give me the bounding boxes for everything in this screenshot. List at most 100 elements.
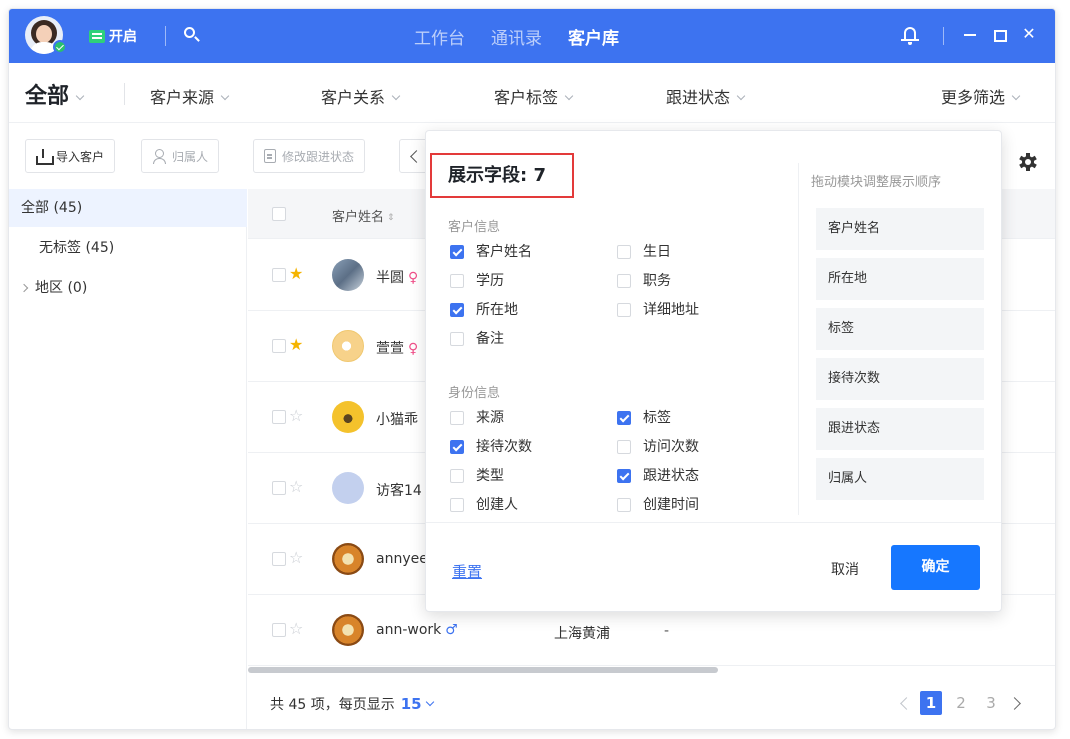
- page-size-select[interactable]: 15: [401, 695, 434, 713]
- row-checkbox[interactable]: [272, 552, 286, 566]
- option-position[interactable]: 职务: [617, 272, 671, 290]
- filter-tags[interactable]: 客户标签: [494, 84, 574, 108]
- pagination: 1 2 3: [898, 691, 1024, 715]
- gear-hole: [1025, 159, 1031, 165]
- customer-name[interactable]: 小猫乖: [376, 409, 418, 429]
- option-source[interactable]: 来源: [450, 409, 504, 427]
- close-button[interactable]: ✕: [1017, 22, 1041, 46]
- option-label: 所在地: [476, 302, 518, 318]
- customer-name[interactable]: annyee: [376, 551, 428, 567]
- option-created-time[interactable]: 创建时间: [617, 496, 699, 514]
- checkbox: [450, 332, 464, 346]
- row-checkbox[interactable]: [272, 481, 286, 495]
- customer-name-text: 萱萱: [376, 341, 404, 357]
- option-birthday[interactable]: 生日: [617, 243, 671, 261]
- customer-name-text: 小猫乖: [376, 412, 418, 428]
- customer-name[interactable]: 访客14: [376, 480, 422, 500]
- bell-icon[interactable]: [901, 25, 919, 45]
- option-visit-count[interactable]: 访问次数: [617, 438, 699, 456]
- total-text: 共 45 项，每页显示: [270, 697, 395, 713]
- filter-all-dropdown[interactable]: 全部: [25, 78, 85, 110]
- option-location[interactable]: 所在地: [450, 301, 518, 319]
- checkbox: [450, 274, 464, 288]
- filter-follow-status[interactable]: 跟进状态: [666, 84, 746, 108]
- assign-owner-button[interactable]: 归属人: [141, 139, 220, 173]
- avatar: [332, 614, 364, 646]
- avatar: [332, 330, 364, 362]
- cancel-button[interactable]: 取消: [831, 559, 859, 579]
- customer-name[interactable]: ann-work ♂: [376, 622, 458, 638]
- search-icon[interactable]: [181, 24, 203, 46]
- star-icon[interactable]: ★: [289, 264, 303, 283]
- sidebar-item-region[interactable]: 地区 (0): [9, 269, 247, 307]
- next-page-button[interactable]: [1010, 691, 1024, 715]
- maximize-button[interactable]: [987, 22, 1011, 46]
- order-item-location[interactable]: 所在地: [816, 258, 984, 300]
- option-customer-name[interactable]: 客户姓名: [450, 243, 532, 261]
- total-count: 共 45 项，每页显示 15: [270, 694, 434, 714]
- customer-name-text: annyee: [376, 551, 428, 567]
- horizontal-scrollbar[interactable]: [248, 667, 718, 673]
- column-header-name[interactable]: 客户姓名 ⇕: [332, 206, 395, 225]
- page-3[interactable]: 3: [980, 691, 1002, 715]
- order-item-owner[interactable]: 归属人: [816, 458, 984, 500]
- filter-source[interactable]: 客户来源: [150, 84, 230, 108]
- checkbox: [450, 411, 464, 425]
- row-checkbox[interactable]: [272, 623, 286, 637]
- star-outline-icon[interactable]: ☆: [289, 406, 303, 425]
- option-reception-count[interactable]: 接待次数: [450, 438, 532, 456]
- tab-workbench[interactable]: 工作台: [414, 24, 465, 49]
- option-label: 跟进状态: [643, 468, 699, 484]
- confirm-button[interactable]: 确定: [891, 545, 980, 590]
- option-address[interactable]: 详细地址: [617, 301, 699, 319]
- order-item-customer-name[interactable]: 客户姓名: [816, 208, 984, 250]
- import-customers-button[interactable]: 导入客户: [25, 139, 116, 173]
- option-label: 生日: [643, 244, 671, 260]
- customer-name[interactable]: 半圆 ♀: [376, 267, 418, 287]
- popup-title: 展示字段: 7: [430, 153, 574, 198]
- order-item-follow-status[interactable]: 跟进状态: [816, 408, 984, 450]
- status-toggle[interactable]: 开启: [89, 26, 137, 46]
- filter-more[interactable]: 更多筛选: [941, 84, 1021, 108]
- star-outline-icon[interactable]: ☆: [289, 548, 303, 567]
- option-type[interactable]: 类型: [450, 467, 504, 485]
- star-outline-icon[interactable]: ☆: [289, 619, 303, 638]
- checkbox: [617, 245, 631, 259]
- select-all-checkbox[interactable]: [272, 207, 286, 221]
- sidebar-item-all[interactable]: 全部 (45): [9, 189, 247, 227]
- minimize-button[interactable]: [958, 22, 982, 46]
- tab-contacts[interactable]: 通讯录: [491, 24, 542, 49]
- option-creator[interactable]: 创建人: [450, 496, 518, 514]
- tab-customer-library[interactable]: 客户库: [568, 24, 619, 49]
- filter-follow-status-label: 跟进状态: [666, 88, 731, 107]
- option-label: 来源: [476, 410, 504, 426]
- star-icon[interactable]: ★: [289, 335, 303, 354]
- row-checkbox[interactable]: [272, 268, 286, 282]
- row-checkbox[interactable]: [272, 339, 286, 353]
- gear-icon[interactable]: [1019, 153, 1037, 171]
- option-education[interactable]: 学历: [450, 272, 504, 290]
- customer-name[interactable]: 萱萱 ♀: [376, 338, 418, 358]
- prev-page-button[interactable]: [898, 691, 912, 715]
- female-icon: ♀: [408, 341, 419, 357]
- change-follow-status-button[interactable]: 修改跟进状态: [253, 139, 366, 173]
- checkbox: [617, 498, 631, 512]
- sidebar-item-untagged[interactable]: 无标签 (45): [9, 229, 247, 267]
- page-1[interactable]: 1: [920, 691, 942, 715]
- page-2[interactable]: 2: [950, 691, 972, 715]
- filter-relation-label: 客户关系: [321, 88, 386, 107]
- order-item-reception-count[interactable]: 接待次数: [816, 358, 984, 400]
- customer-location: 上海黄浦: [554, 626, 610, 642]
- star-outline-icon[interactable]: ☆: [289, 477, 303, 496]
- popup-divider-horizontal: [426, 522, 1001, 523]
- reset-link[interactable]: 重置: [452, 561, 482, 582]
- option-tags[interactable]: 标签: [617, 409, 671, 427]
- option-remark[interactable]: 备注: [450, 330, 504, 348]
- row-checkbox[interactable]: [272, 410, 286, 424]
- filter-divider: [124, 83, 125, 105]
- male-icon: ♂: [445, 622, 458, 638]
- option-follow-status[interactable]: 跟进状态: [617, 467, 699, 485]
- order-item-tags[interactable]: 标签: [816, 308, 984, 350]
- checkbox: [450, 498, 464, 512]
- filter-relation[interactable]: 客户关系: [321, 84, 401, 108]
